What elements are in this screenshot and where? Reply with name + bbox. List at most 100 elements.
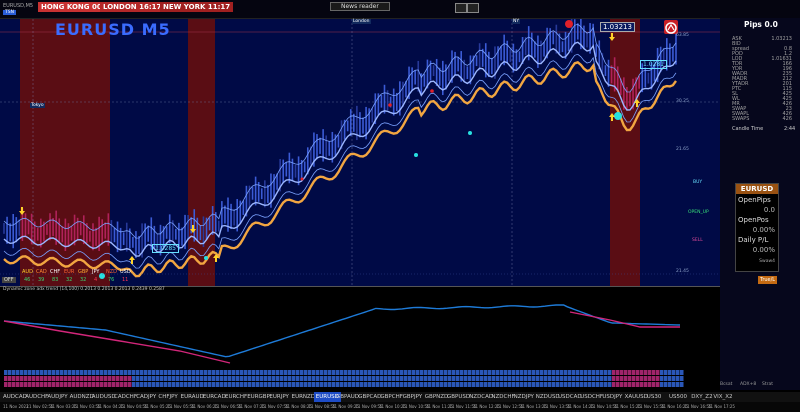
symbol-tab-gbpjpy[interactable]: GBPJPY	[403, 392, 423, 402]
strip-cell	[448, 376, 452, 381]
symbol-tab-gbpnzd[interactable]: GBPNZD	[425, 392, 448, 402]
symbol-tab-eurjpy[interactable]: EURJPY	[269, 392, 289, 402]
strip-cell	[424, 376, 428, 381]
strip-cell	[48, 376, 52, 381]
strip-cell	[548, 382, 552, 387]
oscillator-panel[interactable]: Dynamic zone adx trend (14,100) 0.2013 0…	[0, 286, 720, 369]
symbol-tab-cadjpy[interactable]: CADJPY	[136, 392, 156, 402]
symbol-tab-audnzd[interactable]: AUDNZD	[70, 392, 94, 402]
symbol-tab-eurcad[interactable]: EURCAD	[203, 392, 226, 402]
chart-tab[interactable]: EURUSD,M5	[3, 3, 33, 9]
symbol-tab-nzdcad[interactable]: NZDCAD	[469, 392, 493, 402]
strip-cell	[196, 382, 200, 387]
symbol-tab-vix_x2[interactable]: VIX_X2	[713, 392, 732, 402]
oscillator-line-neg	[3, 320, 231, 364]
strip-cell	[152, 370, 156, 375]
strip-cell	[408, 382, 412, 387]
window-restore-icon[interactable]	[467, 3, 479, 13]
symbol-tab-us500[interactable]: US500	[669, 392, 687, 402]
strip-cell	[556, 370, 560, 375]
strip-cell	[420, 370, 424, 375]
strip-cell	[100, 382, 104, 387]
symbol-tab-euraud[interactable]: EURAUD	[181, 392, 204, 402]
symbol-tab-chfjpy[interactable]: CHFJPY	[158, 392, 177, 402]
strip-cell	[384, 376, 388, 381]
true-l-button[interactable]: True/L	[758, 276, 778, 284]
symbol-tab-eurnzd[interactable]: EURNZD	[292, 392, 315, 402]
strip-cell	[400, 370, 404, 375]
strip-cell	[584, 376, 588, 381]
symbol-tab-cadchf[interactable]: CADCHF	[114, 392, 137, 402]
symbol-tab-gbpchf[interactable]: GBPCHF	[380, 392, 403, 402]
strip-cell	[284, 382, 288, 387]
strip-cell	[620, 382, 624, 387]
strip-cell	[556, 376, 560, 381]
price-chart[interactable]: EURUSD M5 Tokyo London NY 1.03213 1.0281…	[0, 18, 720, 287]
window-minimize-icon[interactable]	[455, 3, 467, 13]
symbol-tab-xauusd[interactable]: XAUUSD	[625, 392, 648, 402]
strip-cell	[408, 376, 412, 381]
strip-cell	[636, 370, 640, 375]
strip-cell	[596, 370, 600, 375]
strip-cell	[192, 370, 196, 375]
strip-cell	[172, 376, 176, 381]
strip-cell	[672, 376, 676, 381]
strip-cell	[500, 382, 504, 387]
strip-cell	[324, 382, 328, 387]
strip-cell	[144, 382, 148, 387]
strip-cell	[592, 376, 596, 381]
strip-cell	[504, 382, 508, 387]
symbol-tab-gbpaud[interactable]: GBPAUD	[336, 392, 359, 402]
symbol-tab-audjpy[interactable]: AUDJPY	[47, 392, 67, 402]
symbol-tab-gbpcad[interactable]: GBPCAD	[358, 392, 381, 402]
symbol-tab-dxy_z2[interactable]: DXY_Z2	[691, 392, 712, 402]
symbol-tab-usdjpy[interactable]: USDJPY	[602, 392, 622, 402]
symbol-tab-usdchf[interactable]: USDCHF	[580, 392, 603, 402]
date-tick: 11 Nov 2022	[3, 404, 29, 409]
strip-cell	[20, 376, 24, 381]
strip-cell	[28, 370, 32, 375]
session-london-time: 16:17	[139, 3, 162, 11]
strip-cell	[508, 382, 512, 387]
symbol-tab-nzdchf[interactable]: NZDCHF	[491, 392, 514, 402]
strip-cell	[208, 370, 212, 375]
strip-cell	[300, 370, 304, 375]
symbol-tab-audcad[interactable]: AUDCAD	[3, 392, 27, 402]
strip-cell	[460, 370, 464, 375]
strip-cell	[136, 376, 140, 381]
strip-cell	[644, 370, 648, 375]
strip-cell	[600, 376, 604, 381]
news-reader-button[interactable]: News reader	[330, 2, 390, 11]
strip-cell	[364, 370, 368, 375]
symbol-tab-us30[interactable]: US30	[647, 392, 662, 402]
symbol-tab-nzdusd[interactable]: NZDUSD	[536, 392, 560, 402]
symbol-tab-audchf[interactable]: AUDCHF	[25, 392, 48, 402]
strip-cell	[76, 382, 80, 387]
session-london-label: LONDON	[103, 3, 137, 11]
strip-cell	[232, 370, 236, 375]
strip-cell	[68, 376, 72, 381]
strip-cell	[284, 370, 288, 375]
symbol-tab-eurchf[interactable]: EURCHF	[225, 392, 247, 402]
strip-cell	[348, 370, 352, 375]
currency-chf: CHF	[50, 269, 61, 275]
symbol-tab-usdcad[interactable]: USDCAD	[558, 392, 582, 402]
strip-cell	[68, 382, 72, 387]
strip-cell	[216, 382, 220, 387]
symbol-tab-gbpusd[interactable]: GBPUSD	[447, 392, 470, 402]
strip-cell	[216, 370, 220, 375]
strip-cell	[188, 376, 192, 381]
strip-cell	[524, 382, 528, 387]
strip-cell	[168, 376, 172, 381]
strip-cell	[648, 382, 652, 387]
symbol-tab-nzdjpy[interactable]: NZDJPY	[514, 392, 534, 402]
tsn-badge[interactable]: TSN	[3, 10, 16, 15]
strip-cell	[360, 376, 364, 381]
symbol-tab-audusd[interactable]: AUDUSD	[92, 392, 116, 402]
off-toggle[interactable]: OFF	[2, 277, 16, 283]
strip-cell	[144, 370, 148, 375]
currency-strength-value: 4	[94, 277, 98, 283]
strip-cell	[528, 382, 532, 387]
strip-cell	[132, 376, 136, 381]
symbol-tab-eurgbp[interactable]: EURGBP	[247, 392, 270, 402]
